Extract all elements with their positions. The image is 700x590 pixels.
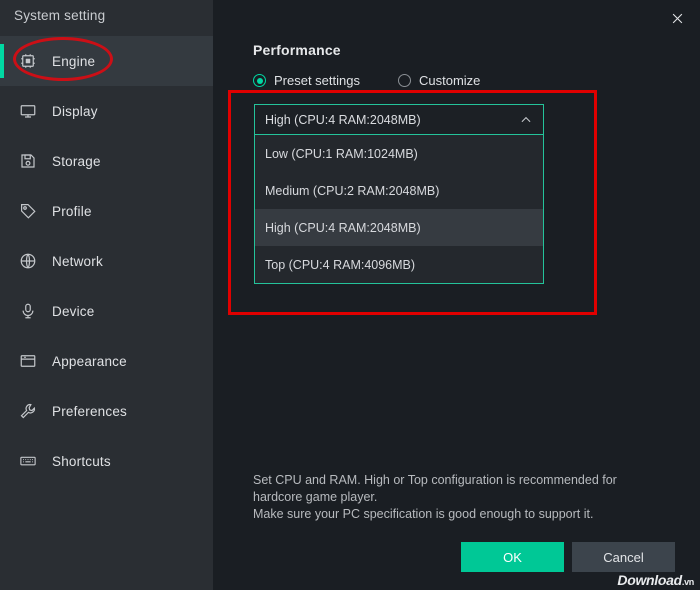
ok-button[interactable]: OK	[461, 542, 564, 572]
sidebar-item-label: Device	[52, 304, 94, 319]
sidebar-nav: Engine Display	[0, 36, 213, 486]
performance-preset-select: High (CPU:4 RAM:2048MB) Low (CPU:1 RAM:1…	[254, 104, 544, 284]
window-title: System setting	[14, 8, 105, 23]
sidebar-item-label: Network	[52, 254, 103, 269]
radio-preset-settings[interactable]: Preset settings	[253, 73, 360, 88]
close-icon[interactable]	[662, 4, 692, 32]
wrench-icon	[18, 401, 38, 421]
dialog-buttons: OK Cancel	[461, 542, 675, 572]
sidebar-item-network[interactable]: Network	[0, 236, 213, 286]
radio-label: Customize	[419, 73, 480, 88]
sidebar: System setting Engine	[0, 0, 213, 590]
sidebar-item-appearance[interactable]: Appearance	[0, 336, 213, 386]
select-option-top[interactable]: Top (CPU:4 RAM:4096MB)	[255, 246, 543, 283]
radio-label: Preset settings	[274, 73, 360, 88]
floppy-disk-icon	[18, 151, 38, 171]
globe-icon	[18, 251, 38, 271]
sidebar-item-label: Engine	[52, 54, 95, 69]
tag-icon	[18, 201, 38, 221]
window-icon	[18, 351, 38, 371]
sidebar-item-label: Profile	[52, 204, 92, 219]
sidebar-item-storage[interactable]: Storage	[0, 136, 213, 186]
select-option-low[interactable]: Low (CPU:1 RAM:1024MB)	[255, 135, 543, 172]
monitor-icon	[18, 101, 38, 121]
sidebar-item-profile[interactable]: Profile	[0, 186, 213, 236]
sidebar-item-label: Storage	[52, 154, 101, 169]
select-option-high[interactable]: High (CPU:4 RAM:2048MB)	[255, 209, 543, 246]
chevron-up-icon	[519, 113, 533, 127]
select-option-list: Low (CPU:1 RAM:1024MB) Medium (CPU:2 RAM…	[254, 135, 544, 284]
main-panel: Performance Preset settings Customize ti…	[213, 0, 700, 590]
chip-icon	[18, 51, 38, 71]
cancel-button[interactable]: Cancel	[572, 542, 675, 572]
keyboard-icon	[18, 451, 38, 471]
help-line: hardcore game player.	[253, 489, 673, 506]
sidebar-item-label: Appearance	[52, 354, 127, 369]
microphone-icon	[18, 301, 38, 321]
select-selected-value: High (CPU:4 RAM:2048MB)	[265, 113, 519, 127]
sidebar-item-label: Shortcuts	[52, 454, 111, 469]
radio-customize[interactable]: Customize	[398, 73, 480, 88]
help-text: Set CPU and RAM. High or Top configurati…	[253, 472, 673, 523]
page-title: Performance	[253, 42, 341, 58]
sidebar-item-label: Preferences	[52, 404, 127, 419]
sidebar-item-device[interactable]: Device	[0, 286, 213, 336]
radio-mark-icon	[398, 74, 411, 87]
radio-mark-icon	[253, 74, 266, 87]
sidebar-item-display[interactable]: Display	[0, 86, 213, 136]
help-line: Make sure your PC specification is good …	[253, 506, 673, 523]
sidebar-item-label: Display	[52, 104, 98, 119]
sidebar-item-engine[interactable]: Engine	[0, 36, 213, 86]
help-line: Set CPU and RAM. High or Top configurati…	[253, 472, 673, 489]
system-setting-window: System setting Engine	[0, 0, 700, 590]
select-option-medium[interactable]: Medium (CPU:2 RAM:2048MB)	[255, 172, 543, 209]
sidebar-item-preferences[interactable]: Preferences	[0, 386, 213, 436]
performance-mode-radio-group: Preset settings Customize	[253, 73, 518, 88]
sidebar-item-shortcuts[interactable]: Shortcuts	[0, 436, 213, 486]
select-trigger[interactable]: High (CPU:4 RAM:2048MB)	[254, 104, 544, 135]
